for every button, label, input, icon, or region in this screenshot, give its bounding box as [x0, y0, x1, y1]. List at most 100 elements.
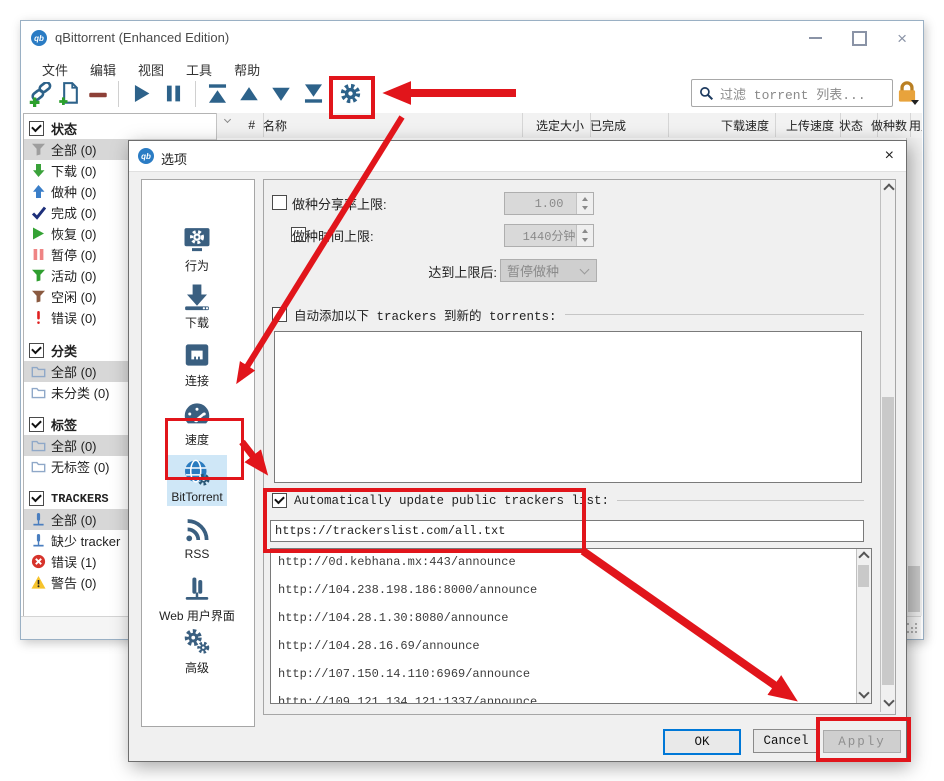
menu-help[interactable]: 帮助: [223, 57, 271, 79]
nav-rss[interactable]: RSS: [143, 512, 251, 563]
column-name[interactable]: 名称: [255, 113, 523, 137]
share-ratio-spinbox[interactable]: 1.00: [504, 192, 594, 215]
options-gear-icon[interactable]: [338, 81, 363, 106]
nav-advanced[interactable]: 高级: [143, 624, 251, 678]
toolbar-separator: [195, 81, 196, 107]
lock-caret-icon: [911, 100, 919, 105]
nav-downloads[interactable]: 下载: [143, 279, 251, 333]
additional-trackers-textarea[interactable]: [274, 331, 862, 483]
error-icon: [31, 554, 46, 569]
auto-update-checkbox[interactable]: [272, 493, 287, 508]
seed-time-label: 做种时间上限:: [292, 226, 374, 245]
exclamation-icon: [31, 310, 46, 325]
move-up-button[interactable]: [239, 84, 259, 104]
scroll-up-icon[interactable]: [858, 551, 869, 562]
apply-button[interactable]: Apply: [823, 730, 901, 753]
tracker-url: http://0d.kebhana.mx:443/announce: [278, 555, 516, 569]
add-link-button[interactable]: [29, 82, 54, 107]
close-icon[interactable]: ×: [897, 30, 907, 47]
tracker-icon: [31, 533, 46, 548]
torrent-table-header: # 名称 选定大小 已完成 下载速度 上传速度 状态 做种数 用户: [216, 113, 922, 139]
auto-update-group: Automatically update public trackers lis…: [272, 493, 864, 508]
nav-bittorrent[interactable]: BitTorrent: [143, 455, 251, 506]
spin-buttons[interactable]: [576, 225, 593, 246]
add-file-button[interactable]: [59, 82, 82, 105]
column-user[interactable]: 用户: [907, 113, 922, 137]
options-dialog: qb 选项 × 行为 下载 连接 速度 BitTorrent RSS Web 用…: [128, 140, 907, 762]
menu-edit[interactable]: 编辑: [79, 57, 127, 79]
column-upspeed[interactable]: 上传速度: [769, 113, 841, 137]
auto-update-label: Automatically update public trackers lis…: [294, 494, 609, 508]
menu-file[interactable]: 文件: [31, 57, 79, 79]
section-status: 状态: [24, 118, 217, 139]
funnel-icon: [31, 289, 46, 304]
nav-connection[interactable]: 连接: [143, 337, 251, 391]
public-trackers-list[interactable]: http://0d.kebhana.mx:443/announce http:/…: [270, 548, 872, 704]
bittorrent-settings-pane: 做种分享率上限: 1.00 做种时间上限: 1440分钟 达到上限后: 暂停做种…: [263, 179, 896, 715]
scroll-down-icon[interactable]: [883, 695, 894, 706]
remove-button[interactable]: [88, 85, 108, 105]
minimize-icon[interactable]: [809, 37, 822, 39]
tracker-url: http://104.238.198.186:8000/announce: [278, 583, 537, 597]
scroll-down-icon[interactable]: [858, 687, 869, 698]
trackers-checkbox[interactable]: [29, 491, 44, 506]
tracker-list-url-input[interactable]: https://trackerslist.com/all.txt: [270, 520, 864, 542]
auto-add-trackers-checkbox[interactable]: [272, 307, 287, 322]
folder-icon: [31, 438, 46, 453]
warning-icon: [31, 575, 46, 590]
move-bottom-button[interactable]: [303, 83, 324, 104]
move-down-button[interactable]: [271, 84, 291, 104]
play-icon: [31, 226, 46, 241]
dialog-close-icon[interactable]: ×: [885, 147, 894, 165]
window-title: qBittorrent (Enhanced Edition): [55, 30, 229, 45]
pause-button[interactable]: [163, 83, 184, 104]
ok-button[interactable]: OK: [663, 729, 741, 755]
nav-webui[interactable]: Web 用户界面: [143, 572, 251, 626]
resume-button[interactable]: [131, 83, 152, 104]
column-size[interactable]: 选定大小: [514, 113, 591, 137]
folder-icon: [31, 364, 46, 379]
maximize-icon[interactable]: [852, 31, 867, 46]
groupbox-line: [617, 500, 864, 501]
toolbar-separator: [118, 81, 119, 107]
spin-buttons[interactable]: [576, 193, 593, 214]
categories-checkbox[interactable]: [29, 343, 44, 358]
column-dlspeed[interactable]: 下载速度: [662, 113, 776, 137]
share-ratio-checkbox[interactable]: [272, 195, 287, 210]
nav-speed[interactable]: 速度: [143, 396, 251, 450]
reached-limit-label: 达到上限后:: [384, 262, 497, 281]
cancel-button[interactable]: Cancel: [753, 729, 819, 753]
tracker-list-scrollbar[interactable]: [856, 549, 871, 703]
window-controls: ×: [809, 21, 907, 55]
screen: { "window": { "logo": "qb", "title": "qB…: [0, 0, 944, 781]
seed-time-spinbox[interactable]: 1440分钟: [504, 224, 594, 247]
tracker-icon: [31, 512, 46, 527]
chevron-down-icon: [580, 264, 590, 274]
dialog-titlebar: qb 选项 ×: [129, 141, 906, 172]
scroll-up-icon[interactable]: [883, 183, 894, 194]
funnel-icon: [31, 142, 46, 157]
reached-limit-dropdown[interactable]: 暂停做种: [500, 259, 597, 282]
resize-grip[interactable]: [907, 623, 909, 625]
table-scrollbar[interactable]: [906, 138, 922, 616]
funnel-icon: [31, 268, 46, 283]
folder-icon: [31, 385, 46, 400]
nav-behavior[interactable]: 行为: [143, 222, 251, 276]
scrollbar-thumb[interactable]: [882, 397, 894, 685]
tags-checkbox[interactable]: [29, 417, 44, 432]
pane-scrollbar[interactable]: [880, 180, 896, 712]
move-top-button[interactable]: [207, 83, 228, 104]
app-logo: qb: [31, 30, 47, 46]
menu-tools[interactable]: 工具: [175, 57, 223, 79]
options-nav: 行为 下载 连接 速度 BitTorrent RSS Web 用户界面 高级: [141, 179, 255, 727]
scrollbar-thumb[interactable]: [908, 566, 920, 612]
main-titlebar: qb qBittorrent (Enhanced Edition) ×: [21, 21, 923, 55]
folder-icon: [31, 459, 46, 474]
column-done[interactable]: 已完成: [584, 113, 669, 137]
scrollbar-thumb[interactable]: [858, 565, 869, 587]
status-checkbox[interactable]: [29, 121, 44, 136]
menu-view[interactable]: 视图: [127, 57, 175, 79]
groupbox-line: [565, 314, 864, 315]
column-seeds[interactable]: 做种数: [872, 113, 911, 137]
search-input[interactable]: 过滤 torrent 列表...: [691, 79, 893, 107]
